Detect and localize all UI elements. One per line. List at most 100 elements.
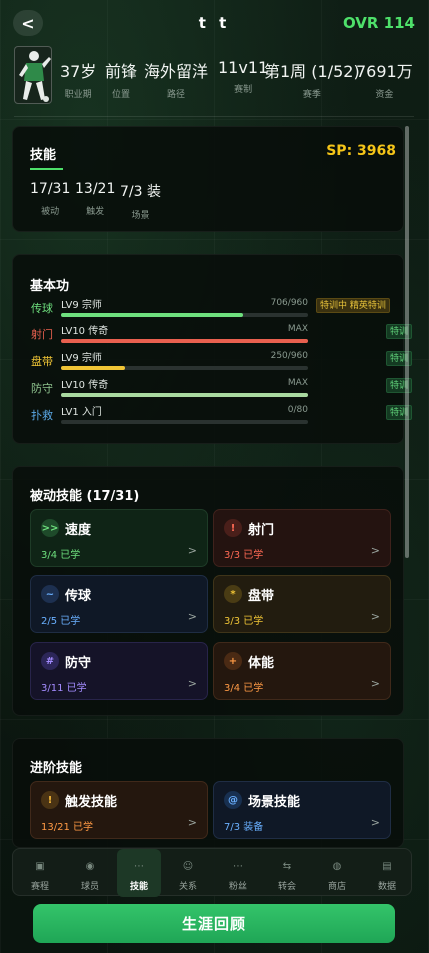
player-info-row: 37岁 职业期 前锋 位置 海外留洋 路径 11v11 赛制 第1周 (1/52) 赛季 … — [12, 46, 417, 108]
nav-label: 球员 — [80, 882, 99, 892]
advanced-skills-card: 进阶技能 ! 触发技能 13/21 已学 > @ 场景技能 7/3 装备 > — [12, 738, 404, 848]
nav-item-relations[interactable]: ☺ 关系 — [166, 849, 210, 897]
nav-label: 转会 — [277, 882, 296, 892]
skill-tile-trigger[interactable]: ! 触发技能 13/21 已学 > — [30, 781, 208, 839]
basic-skill-xp: MAX — [287, 378, 308, 388]
skill-tile-status: 3/3 已学 — [224, 616, 264, 627]
nav-label: 赛程 — [30, 882, 49, 892]
chevron-right-icon: > — [370, 816, 380, 829]
skill-tile-name: 体能 — [248, 656, 275, 671]
basic-skill-xp: 0/80 — [287, 405, 308, 415]
advanced-title: 进阶技能 — [30, 761, 83, 776]
chevron-right-icon: > — [187, 816, 197, 829]
basic-skill-row: 射门 LV10 传奇 MAX 特训 — [30, 322, 412, 349]
nav-item-transfer[interactable]: ⇆ 转会 — [265, 849, 309, 897]
basic-skill-level: LV1 入门 — [61, 407, 102, 418]
chevron-right-icon: > — [370, 610, 380, 623]
career-review-button[interactable]: 生涯回顾 — [33, 904, 395, 943]
basic-skill-name: 射门 — [31, 328, 53, 341]
skill-tile-status: 13/21 已学 — [41, 822, 93, 833]
skill-tile-speed[interactable]: >> 速度 3/4 已学 > — [30, 509, 208, 567]
chevron-right-icon: > — [187, 544, 197, 557]
shop-icon: ◍ — [332, 861, 342, 872]
basic-skills-card: 基本功 传球 LV9 宗师 706/960 特训中 精英特训射门 LV10 传奇 MAX 特… — [12, 254, 412, 444]
chevron-right-icon: > — [370, 544, 380, 557]
speed-icon: >> — [41, 519, 59, 537]
player-avatar[interactable] — [14, 46, 52, 104]
nav-label: 数据 — [377, 882, 396, 892]
basic-title: 基本功 — [30, 279, 70, 294]
basic-skill-progress-fill — [61, 313, 243, 317]
skill-tile-name: 防守 — [65, 656, 92, 671]
nav-item-schedule[interactable]: ▣ 赛程 — [18, 849, 62, 897]
passive-title: 被动技能 (17/31) — [30, 489, 140, 504]
nav-item-fans[interactable]: ⋯ 粉丝 — [216, 849, 260, 897]
skill-tile-name: 速度 — [65, 523, 92, 538]
training-tag[interactable]: 特训中 精英特训 — [316, 298, 390, 313]
header-divider — [14, 116, 414, 117]
nav-label: 粉丝 — [228, 882, 247, 892]
basic-skill-row: 扑救 LV1 入门 0/80 特训 — [30, 403, 412, 430]
skills-icon: ⋯ — [134, 861, 144, 872]
sp-points: SP: 3968 — [326, 143, 396, 159]
scene-icon: @ — [224, 791, 242, 809]
basic-skill-row: 传球 LV9 宗师 706/960 特训中 精英特训 — [30, 296, 402, 323]
basic-skill-name: 传球 — [31, 302, 53, 315]
summary-passive: 17/31 被动 — [30, 181, 71, 217]
skill-tile-name: 传球 — [65, 589, 92, 604]
info-position: 前锋 位置 — [105, 62, 138, 100]
basic-skill-progress-track — [61, 313, 308, 317]
nav-item-stats[interactable]: ▤ 数据 — [365, 849, 409, 897]
basic-skill-progress-track — [61, 393, 308, 397]
basic-skill-progress-track — [61, 420, 308, 424]
player-figure-icon — [19, 51, 51, 102]
skill-tile-scene[interactable]: @ 场景技能 7/3 装备 > — [213, 781, 391, 839]
basic-skill-level: LV9 宗师 — [61, 300, 102, 311]
basic-skill-level: LV9 宗师 — [61, 353, 102, 364]
basic-skill-progress-track — [61, 339, 308, 343]
nav-item-skills[interactable]: ⋯ 技能 — [117, 849, 161, 897]
skill-tile-defense[interactable]: # 防守 3/11 已学 > — [30, 642, 208, 700]
skill-tile-dribble[interactable]: * 盘带 3/3 已学 > — [213, 575, 391, 633]
skills-title: 技能 — [30, 148, 57, 163]
shoot-icon: ! — [224, 519, 242, 537]
trigger-icon: ! — [41, 791, 59, 809]
bottom-nav: ▣ 赛程 ◉ 球员 ⋯ 技能 ☺ 关系 ⋯ 粉丝 ⇆ 转会 ◍ 商店 ▤ 数据 — [12, 848, 412, 897]
skill-tile-shoot[interactable]: ! 射门 3/3 已学 > — [213, 509, 391, 567]
chevron-right-icon: > — [187, 677, 197, 690]
nav-label: 技能 — [129, 882, 148, 892]
skill-tile-status: 3/11 已学 — [41, 683, 87, 694]
basic-skill-row: 盘带 LV9 宗师 250/960 特训 — [30, 349, 412, 376]
info-career-stage: 37岁 职业期 — [60, 62, 97, 100]
nav-item-player[interactable]: ◉ 球员 — [68, 849, 112, 897]
skills-summary-card: 技能 SP: 3968 17/31 被动 13/21 触发 7/3 装场景 — [12, 126, 404, 232]
summary-scene: 7/3 装场景 — [120, 184, 161, 221]
stamina-icon: + — [224, 652, 242, 670]
skill-tile-status: 2/5 已学 — [41, 616, 81, 627]
skill-tile-pass[interactable]: ~ 传球 2/5 已学 > — [30, 575, 208, 633]
schedule-icon: ▣ — [35, 861, 45, 872]
basic-skill-xp: 250/960 — [270, 351, 308, 361]
basic-skill-xp: MAX — [287, 324, 308, 334]
skill-tile-name: 场景技能 — [248, 795, 301, 810]
skill-tile-stamina[interactable]: + 体能 3/4 已学 > — [213, 642, 391, 700]
dribble-icon: * — [224, 585, 242, 603]
skill-tile-name: 射门 — [248, 523, 275, 538]
info-format: 11v11 赛制 — [218, 58, 269, 95]
top-bar: < t t OVR 114 — [0, 0, 429, 46]
info-funds: 7691万 资金 — [356, 62, 413, 100]
skill-tile-status: 3/3 已学 — [224, 550, 264, 561]
basic-skill-level: LV10 传奇 — [61, 326, 109, 337]
skill-tile-status: 3/4 已学 — [224, 683, 264, 694]
transfer-icon: ⇆ — [282, 861, 292, 872]
skill-tile-name: 触发技能 — [65, 795, 118, 810]
pass-icon: ~ — [41, 585, 59, 603]
scrollbar[interactable] — [405, 126, 409, 558]
skill-tile-name: 盘带 — [248, 589, 275, 604]
relations-icon: ☺ — [182, 861, 194, 872]
nav-item-shop[interactable]: ◍ 商店 — [315, 849, 359, 897]
basic-skill-xp: 706/960 — [270, 298, 308, 308]
info-path: 海外留洋 路径 — [144, 62, 209, 100]
basic-skill-name: 盘带 — [31, 355, 53, 368]
basic-skill-progress-track — [61, 366, 308, 370]
